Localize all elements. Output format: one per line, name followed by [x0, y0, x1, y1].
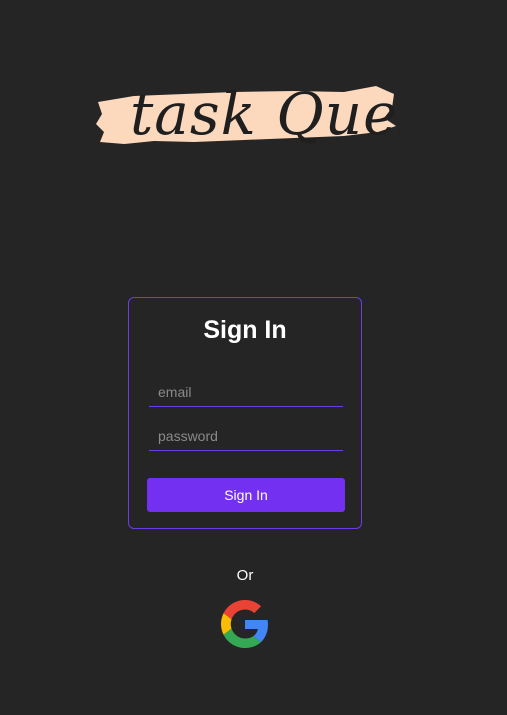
sign-in-card: Sign In Sign In — [128, 297, 362, 529]
sign-in-button[interactable]: Sign In — [147, 478, 345, 512]
app-logo: task Quest — [94, 74, 400, 164]
logo-graphic: task Quest — [96, 80, 400, 148]
password-field[interactable] — [149, 421, 343, 451]
logo-text: task Quest — [130, 80, 400, 148]
google-icon — [221, 600, 268, 648]
google-sign-in-button[interactable] — [221, 600, 269, 648]
or-divider: Or — [236, 567, 254, 584]
sign-in-title: Sign In — [203, 316, 287, 344]
email-field[interactable] — [149, 377, 343, 407]
